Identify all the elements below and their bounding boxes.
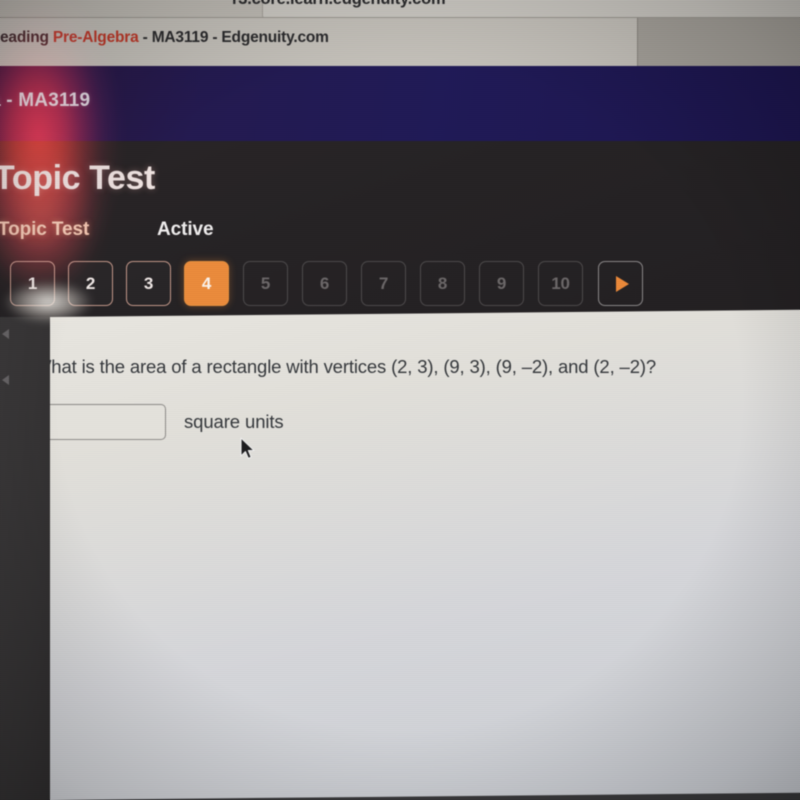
- next-question-button[interactable]: [598, 261, 643, 306]
- question-prompt: What is the area of a rectangle with ver…: [50, 356, 656, 377]
- browser-tab-active[interactable]: eading Pre-Algebra - MA3119 - Edgenuity.…: [0, 18, 638, 66]
- test-header: Topic Test Topic Test Active 1 2 3 4 5 6…: [0, 141, 800, 317]
- breadcrumb: a - MA3119: [0, 90, 91, 111]
- subtab-topic-test[interactable]: Topic Test: [0, 219, 89, 241]
- question-content-panel: What is the area of a rectangle with ver…: [50, 309, 800, 800]
- chevron-right-icon[interactable]: [2, 375, 9, 385]
- tab-strip: eading Pre-Algebra - MA3119 - Edgenuity.…: [0, 18, 800, 66]
- answer-units-label: square units: [184, 411, 284, 432]
- pager-item-5[interactable]: 5: [243, 261, 288, 306]
- subtab-active[interactable]: Active: [157, 219, 214, 241]
- play-triangle-icon: [615, 275, 629, 292]
- page-title: Topic Test: [0, 159, 155, 197]
- left-gutter: [0, 317, 50, 800]
- browser-tab-inactive[interactable]: [638, 18, 800, 66]
- pager-item-10[interactable]: 10: [538, 261, 583, 306]
- pager-item-7[interactable]: 7: [361, 261, 406, 306]
- question-pager: 1 2 3 4 5 6 7 8 9 10: [0, 261, 800, 311]
- tab-title-highlight: Pre-Algebra: [52, 29, 139, 46]
- app-header-band: a - MA3119: [0, 66, 800, 141]
- address-bar-url: r3.core.learn.edgenuity.com: [232, 0, 800, 9]
- pager-item-1[interactable]: 1: [10, 261, 55, 306]
- answer-input[interactable]: [50, 404, 166, 440]
- browser-tab-title: eading Pre-Algebra - MA3119 - Edgenuity.…: [0, 29, 329, 47]
- pager-item-8[interactable]: 8: [420, 261, 465, 306]
- tab-title-prefix: eading: [0, 29, 53, 46]
- pager-item-3[interactable]: 3: [126, 261, 171, 306]
- omnibox-strip: r3.core.learn.edgenuity.com: [0, 0, 800, 18]
- chevron-right-icon[interactable]: [2, 329, 9, 339]
- pager-item-4-current[interactable]: 4: [184, 261, 229, 306]
- photographed-screen: r3.core.learn.edgenuity.com eading Pre-A…: [0, 0, 800, 800]
- tab-title-suffix: - MA3119 - Edgenuity.com: [138, 29, 329, 46]
- browser-chrome: r3.core.learn.edgenuity.com eading Pre-A…: [0, 0, 800, 66]
- answer-row: square units: [50, 402, 284, 442]
- pager-item-9[interactable]: 9: [479, 261, 524, 306]
- pager-item-2[interactable]: 2: [68, 261, 113, 306]
- pager-item-6[interactable]: 6: [302, 261, 347, 306]
- subtab-row: Topic Test Active: [0, 219, 800, 245]
